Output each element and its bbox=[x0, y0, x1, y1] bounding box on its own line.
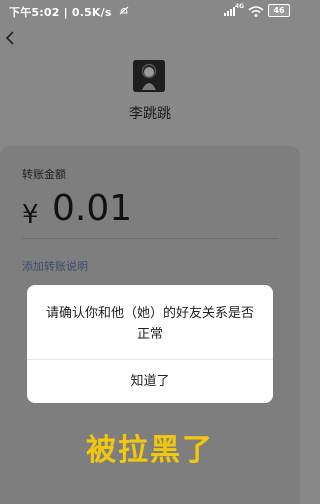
status-time-speed: 下午5:02 | 0.5K/s bbox=[9, 4, 130, 20]
back-button[interactable] bbox=[5, 30, 15, 51]
currency-symbol: ¥ bbox=[22, 200, 39, 230]
avatar bbox=[133, 60, 165, 92]
amount-divider bbox=[22, 238, 278, 239]
chevron-left-icon bbox=[5, 31, 14, 45]
dialog-ok-button[interactable]: 知道了 bbox=[27, 360, 273, 403]
status-bar: 下午5:02 | 0.5K/s 4G 46 bbox=[0, 0, 300, 22]
battery-icon: 46 bbox=[268, 4, 290, 17]
alert-dialog: 请确认你和他（她）的好友关系是否正常 知道了 bbox=[27, 285, 273, 403]
status-icons: 4G 46 bbox=[224, 3, 290, 17]
battery-level: 46 bbox=[273, 6, 285, 15]
recipient-name: 李跳跳 bbox=[129, 106, 171, 122]
amount-label: 转账金额 bbox=[22, 168, 66, 181]
network-type: 4G bbox=[235, 3, 245, 10]
mute-icon bbox=[118, 6, 130, 19]
overlay-caption: 被拉黑了 bbox=[86, 433, 214, 468]
time-speed-text: 下午5:02 | 0.5K/s bbox=[9, 6, 112, 19]
avatar-image bbox=[133, 60, 165, 92]
dialog-message: 请确认你和他（她）的好友关系是否正常 bbox=[45, 306, 254, 342]
amount-value: 0.01 bbox=[52, 188, 133, 229]
add-remark-link[interactable]: 添加转账说明 bbox=[22, 258, 88, 274]
wifi-icon bbox=[248, 6, 264, 20]
